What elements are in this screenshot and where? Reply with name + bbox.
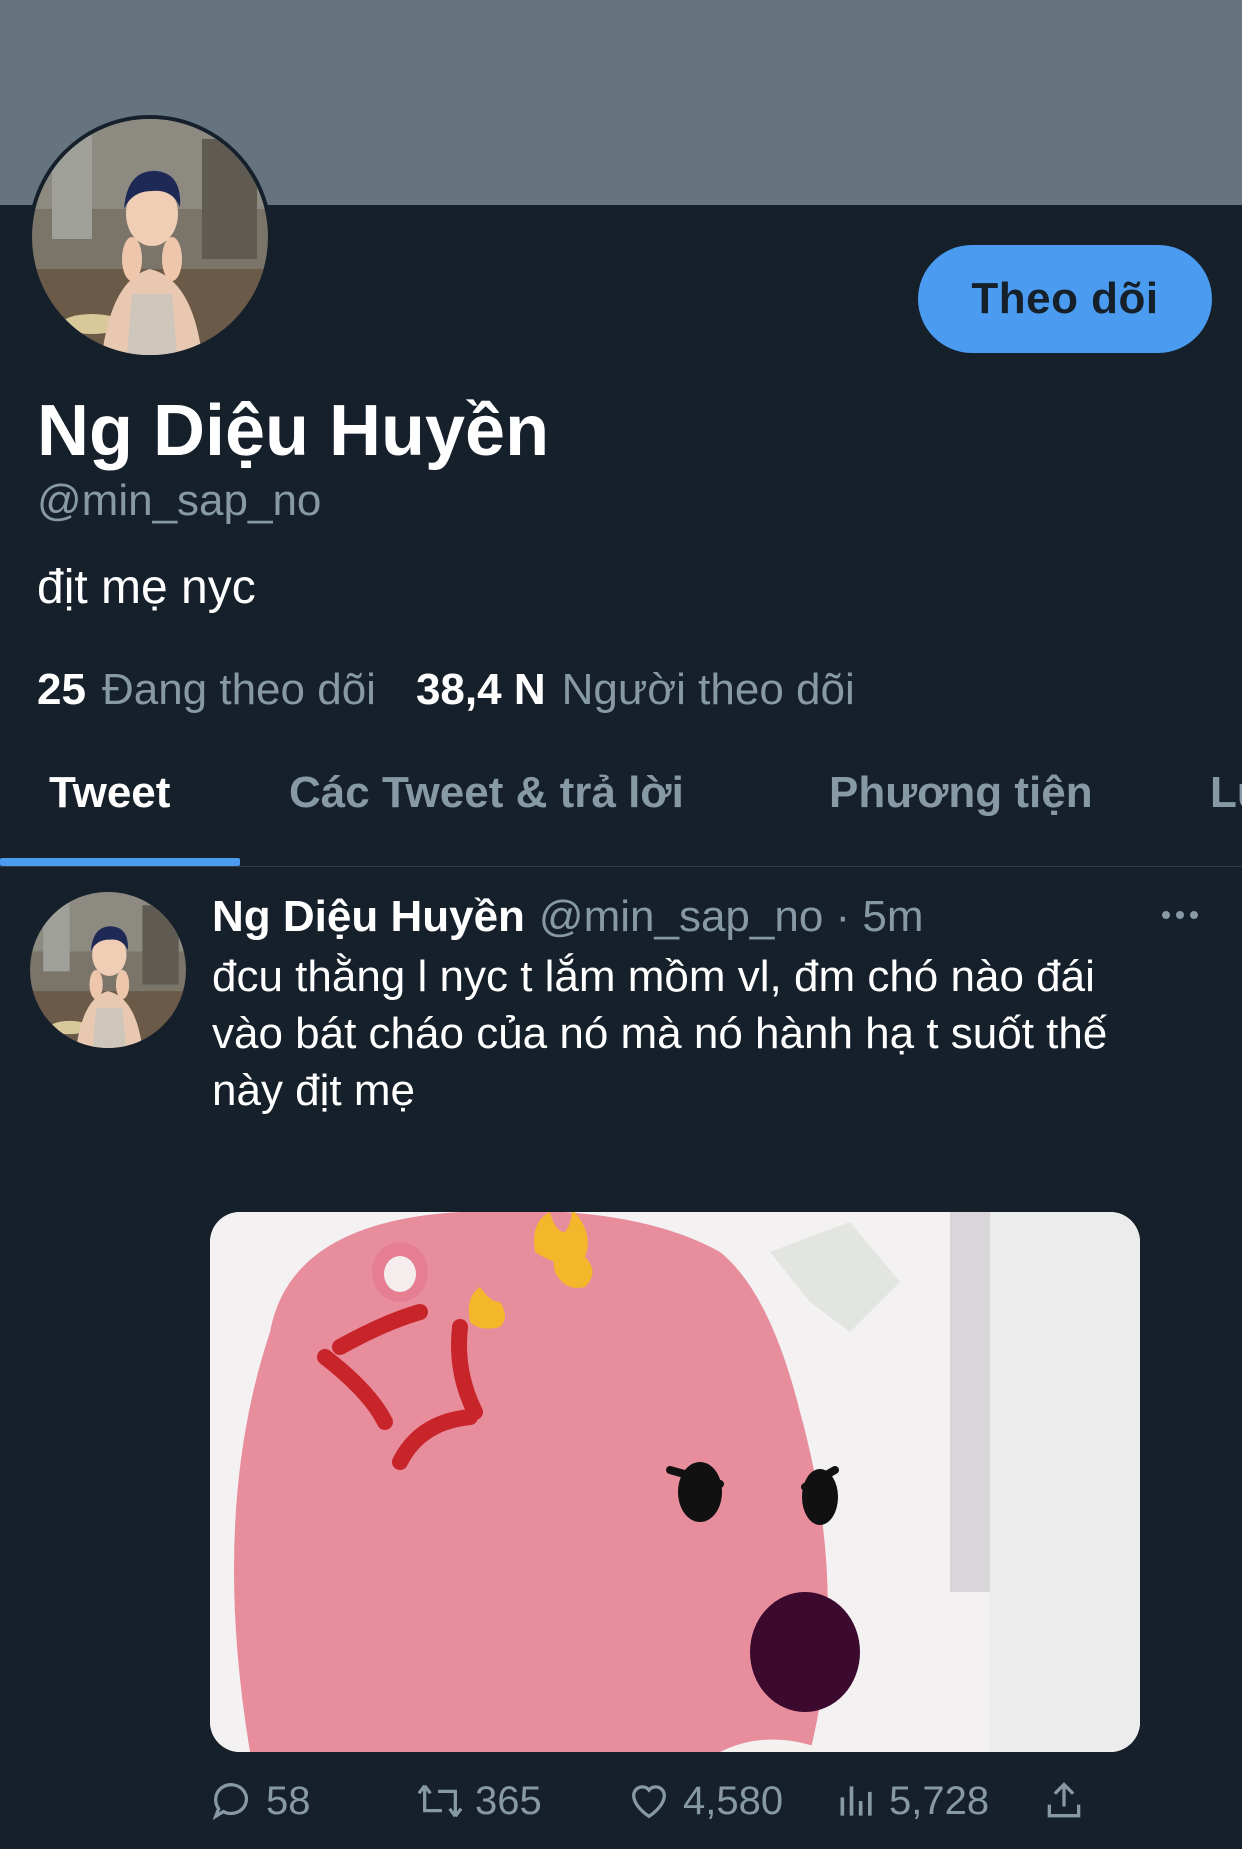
profile-tabs: Tweet Các Tweet & trả lời Phương tiện Lu [0,760,1242,870]
following-stat[interactable]: 25 Đang theo dõi [37,665,376,715]
active-tab-indicator [0,858,240,866]
follow-button[interactable]: Theo dõi [918,245,1212,353]
views-icon [840,1786,872,1816]
tweet-handle-time: @min_sap_no · 5m [538,892,924,941]
followers-label: Người theo dõi [561,665,855,714]
more-icon[interactable] [1160,905,1200,925]
like-icon [632,1785,666,1819]
followers-stat[interactable]: 38,4 N Người theo dõi [416,665,855,715]
tweet-actions: 58 365 4,580 5,728 [210,1778,1210,1828]
views-action[interactable]: 5,728 [835,1778,989,1824]
tab-likes[interactable]: Lu [1210,768,1242,818]
tweet-header: Ng Diệu Huyền @min_sap_no · 5m [212,892,924,942]
share-icon [1047,1782,1081,1818]
retweet-action[interactable]: 365 [415,1778,542,1824]
tweet-media-image[interactable] [210,1212,1140,1752]
like-action[interactable]: 4,580 [625,1778,783,1824]
profile-display-name: Ng Diệu Huyền [37,391,550,471]
reply-count: 58 [266,1778,311,1823]
following-label: Đang theo dõi [101,665,376,714]
tweet-avatar[interactable] [30,892,186,1048]
tab-divider [0,866,1242,867]
tab-media[interactable]: Phương tiện [829,768,1093,818]
retweet-count: 365 [475,1778,542,1823]
profile-bio: địt mẹ nyc [37,561,256,614]
following-count: 25 [37,665,86,714]
tweet-text: đcu thằng l nyc t lắm mồm vl, đm chó nào… [212,952,1108,1115]
followers-count: 38,4 N [415,665,546,714]
tab-tweets-and-replies[interactable]: Các Tweet & trả lời [289,768,684,818]
profile-stats: 25 Đang theo dõi 38,4 N Người theo dõi [37,665,855,715]
views-count: 5,728 [889,1778,990,1823]
tweet-author-name[interactable]: Ng Diệu Huyền [212,892,525,941]
profile-avatar[interactable] [28,115,272,359]
like-count: 4,580 [683,1778,784,1823]
profile-handle: @min_sap_no [37,476,322,525]
retweet-icon [417,1784,463,1818]
reply-action[interactable]: 58 [210,1778,311,1824]
tab-tweets[interactable]: Tweet [49,768,170,818]
reply-icon [212,1783,249,1821]
share-action[interactable] [1042,1778,1096,1824]
